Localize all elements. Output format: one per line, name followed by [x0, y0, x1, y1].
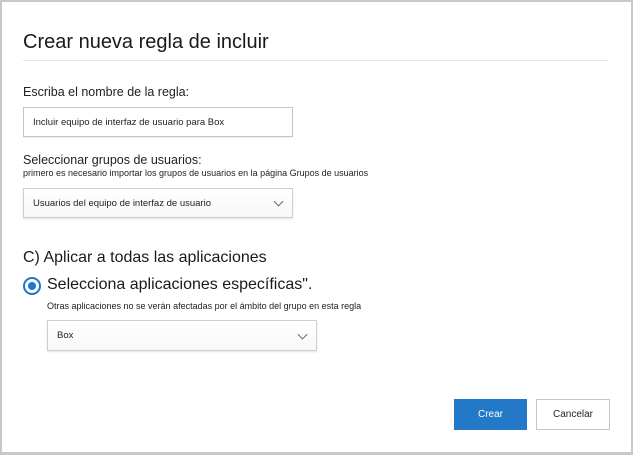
- groups-select[interactable]: Usuarios del equipo de interfaz de usuar…: [23, 188, 293, 218]
- specific-apps-label[interactable]: Selecciona aplicaciones específicas".: [47, 276, 312, 294]
- specific-apps-hint: Otras aplicaciones no se verán afectadas…: [47, 301, 362, 311]
- specific-apps-radio[interactable]: [23, 277, 41, 295]
- divider: [23, 60, 608, 61]
- app-select[interactable]: Box: [47, 320, 317, 351]
- chevron-down-icon: [273, 196, 284, 207]
- groups-hint: primero es necesario importar los grupos…: [23, 168, 369, 178]
- rule-name-input[interactable]: Incluir equipo de interfaz de usuario pa…: [23, 107, 293, 137]
- groups-selected-value: Usuarios del equipo de interfaz de usuar…: [33, 197, 211, 209]
- cancel-button[interactable]: Cancelar: [536, 399, 610, 430]
- rule-name-value: Incluir equipo de interfaz de usuario pa…: [33, 116, 225, 128]
- app-selected-value: Box: [57, 330, 74, 341]
- dialog-frame: [0, 0, 633, 455]
- dialog-title: Crear nueva regla de incluir: [23, 31, 269, 53]
- groups-label: Seleccionar grupos de usuarios:: [23, 153, 202, 167]
- create-button[interactable]: Crear: [454, 399, 527, 430]
- apply-all-option[interactable]: C) Aplicar a todas las aplicaciones: [23, 249, 267, 267]
- chevron-down-icon: [297, 329, 308, 340]
- rule-name-label: Escriba el nombre de la regla:: [23, 85, 190, 99]
